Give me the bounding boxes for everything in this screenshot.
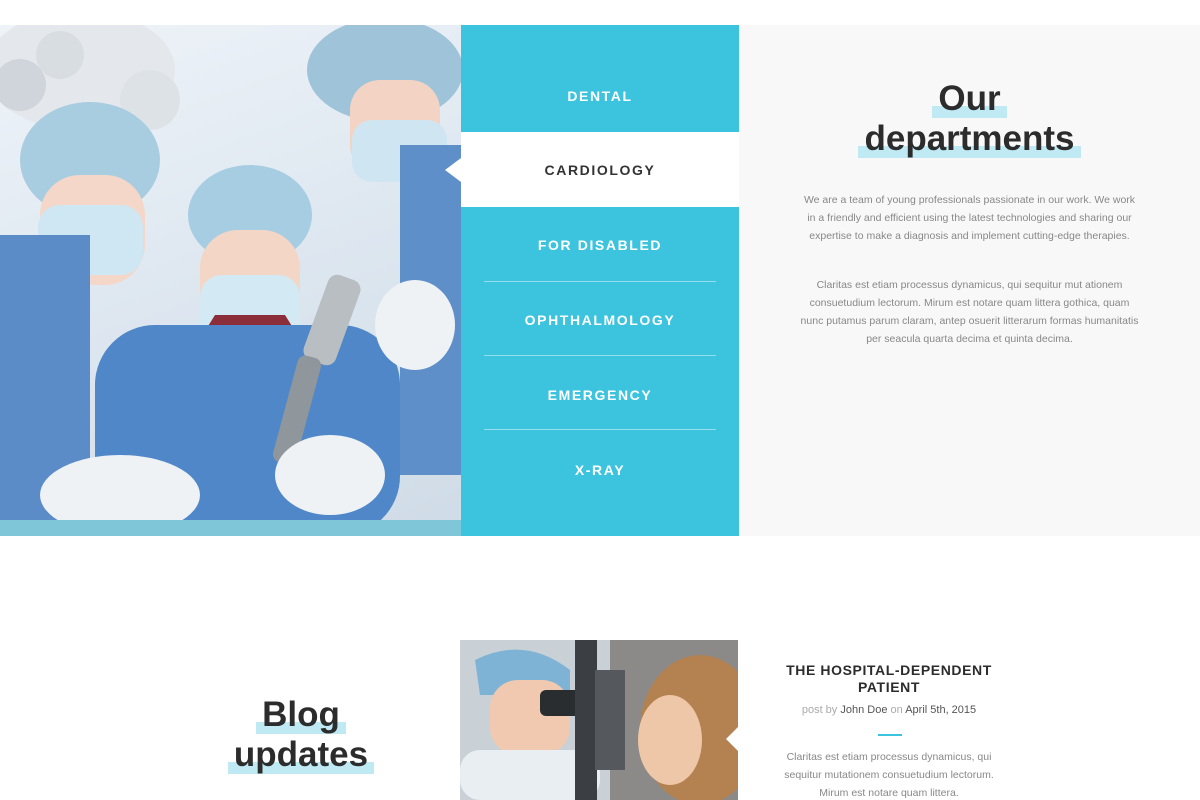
heading-line: Blog [256, 695, 346, 734]
dept-item-label: FOR DISABLED [537, 236, 663, 253]
dept-item-label: CARDIOLOGY [544, 161, 656, 178]
dept-item-cardiology[interactable]: CARDIOLOGY [445, 132, 739, 207]
blog-post-meta: post by John Doe on April 5th, 2015 [770, 704, 1008, 716]
departments-intro-text: We are a team of young professionals pas… [803, 194, 1136, 242]
dept-item-ophthalmology[interactable]: OPHTHALMOLOGY [461, 282, 739, 357]
post-date: April 5th, 2015 [905, 704, 977, 716]
dept-item-label: EMERGENCY [547, 386, 653, 403]
dept-item-emergency[interactable]: EMERGENCY [461, 357, 739, 432]
departments-info-panel: Our departments We are a team of young p… [739, 25, 1200, 536]
heading-line: Our [932, 79, 1007, 118]
meta-prefix: post by [801, 704, 838, 716]
blog-post-image[interactable] [460, 640, 738, 800]
menu-divider [484, 355, 716, 356]
departments-body-text: Claritas est etiam processus dynamicus, … [800, 279, 1139, 345]
surgery-photo [0, 25, 461, 536]
image-pointer [726, 727, 738, 751]
blog-post-excerpt: Claritas est etiam processus dynamicus, … [784, 751, 994, 799]
meta-on: on [890, 704, 903, 716]
blog-heading: Blog updates [221, 695, 381, 775]
dept-item-for-disabled[interactable]: FOR DISABLED [461, 207, 739, 282]
departments-menu: DENTAL CARDIOLOGY FOR DISABLED OPHTHALMO… [445, 25, 739, 536]
heading-line: departments [858, 119, 1081, 158]
dept-item-dental[interactable]: DENTAL [461, 58, 739, 133]
author-link[interactable]: John Doe [840, 704, 887, 716]
dept-item-label: DENTAL [567, 87, 633, 104]
departments-heading: Our departments [739, 79, 1200, 159]
blog-post-title[interactable]: THE HOSPITAL-DEPENDENT PATIENT [770, 662, 1008, 696]
dept-item-label: X-RAY [574, 461, 626, 478]
menu-divider [484, 429, 716, 430]
dept-item-label: OPHTHALMOLOGY [524, 311, 676, 328]
post-divider [878, 734, 902, 736]
departments-section: DENTAL CARDIOLOGY FOR DISABLED OPHTHALMO… [0, 25, 1200, 536]
dept-item-x-ray[interactable]: X-RAY [461, 432, 739, 507]
heading-line: updates [227, 735, 375, 774]
